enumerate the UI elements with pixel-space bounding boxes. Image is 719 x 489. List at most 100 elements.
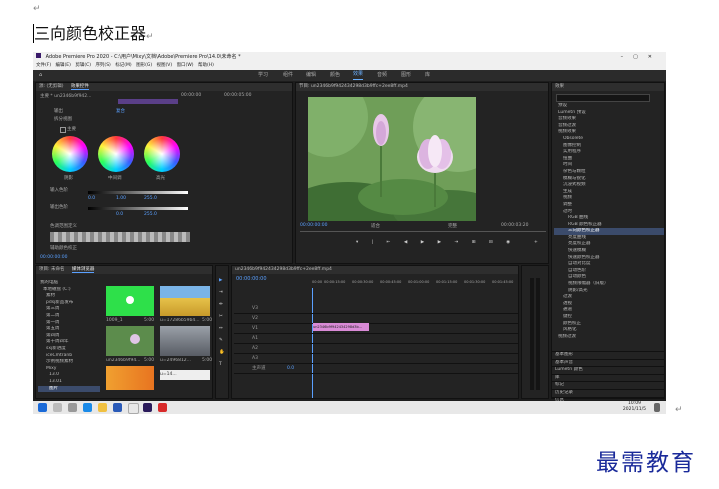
razor-tool-icon[interactable]: ✂ (219, 314, 223, 319)
task-view-icon[interactable] (68, 403, 77, 412)
effects-tree-item[interactable]: RGB 颜色校正器 (554, 222, 664, 229)
track-a3[interactable]: A3 (234, 354, 518, 364)
effects-tree-item-selected[interactable]: 三向颜色校正器 (554, 228, 664, 235)
output-select[interactable]: 复合 (116, 108, 125, 114)
effects-tree-item[interactable]: 自动颜色 (554, 274, 664, 281)
folder-item[interactable]: iceCmtranb (38, 353, 100, 360)
effects-tree-item[interactable]: 杂色与颗粒 (554, 169, 664, 176)
effects-tree-item[interactable]: 时间 (554, 162, 664, 169)
folder-item[interactable]: 第五周 (38, 326, 100, 333)
folder-item[interactable]: 13.01 (38, 379, 100, 386)
input-white-value[interactable]: 255.0 (144, 196, 157, 201)
folder-item[interactable]: 示例视频素材 (38, 359, 100, 366)
folder-item[interactable]: 本地磁盘 (C:) (38, 287, 100, 294)
close-button[interactable]: ✕ (648, 54, 662, 60)
effects-tree-item[interactable]: 视频过渡 (554, 334, 664, 341)
maximize-button[interactable]: ▢ (633, 54, 648, 60)
add-button-icon[interactable]: + (534, 240, 538, 245)
track-a1[interactable]: A1 (234, 334, 518, 344)
input-levels-slider[interactable] (88, 191, 188, 194)
effects-tree-item[interactable]: 阴影/高光 (554, 288, 664, 295)
effects-tree-item[interactable]: 模糊与锐化 (554, 176, 664, 183)
track-select-tool-icon[interactable]: ⇥ (219, 290, 223, 295)
track-v1[interactable]: V1 (234, 324, 518, 334)
effects-tree-item[interactable]: 扭曲 (554, 156, 664, 163)
effects-tree-item[interactable]: 颜色校正 (554, 321, 664, 328)
effects-tree-item[interactable]: 生成 (554, 189, 664, 196)
window-controls[interactable]: –▢✕ (621, 52, 662, 62)
effects-tree-item[interactable]: 沉浸式视频 (554, 182, 664, 189)
workspace-color[interactable]: 颜色 (330, 70, 340, 81)
input-gamma-value[interactable]: 1.00 (116, 196, 126, 201)
effects-search-input[interactable] (556, 94, 650, 102)
effects-tree-item[interactable]: 视频 (554, 195, 664, 202)
transport-controls[interactable]: ▾ | ⇤ ◀ ▶ ▶ ⇥ ⊞ ⊟ ◉ (356, 240, 516, 245)
selection-tool-icon[interactable]: ▶ (219, 278, 222, 283)
panel-essential-sound[interactable]: 基本声音 (552, 358, 664, 367)
timeline-clip[interactable]: un2346b9f942434298d3b... (313, 323, 369, 331)
ripple-edit-tool-icon[interactable]: ⇹ (219, 302, 223, 307)
output-white-value[interactable]: 255.0 (144, 212, 157, 217)
effects-tree-item[interactable]: 实用程序 (554, 149, 664, 156)
thumb-bottle[interactable] (160, 326, 210, 356)
menu-file[interactable]: 文件(F) (36, 63, 51, 68)
effects-tree-item[interactable]: 图像控制 (554, 143, 664, 150)
folder-item[interactable]: 第四周 (38, 333, 100, 340)
quality-select[interactable]: 完整 (448, 223, 457, 229)
thumb-orange[interactable] (106, 366, 154, 390)
effects-tree-item[interactable]: 自动对比度 (554, 261, 664, 268)
effects-tree-item[interactable]: 视频限幅器（旧版） (554, 281, 664, 288)
tab-media-browser[interactable]: 媒体浏览器 (71, 267, 95, 273)
folder-item[interactable]: 素材 (38, 293, 100, 300)
tonal-range-bar[interactable] (50, 232, 190, 242)
edge-icon[interactable] (83, 403, 92, 412)
master-checkbox[interactable] (60, 127, 66, 133)
fit-select[interactable]: 适合 (371, 223, 380, 229)
folder-item[interactable]: 13.0 (38, 372, 100, 379)
effects-tree-item[interactable]: 过时 (554, 209, 664, 216)
effects-tree-item[interactable]: 键控 (554, 314, 664, 321)
effects-tree-item[interactable]: 自动色阶 (554, 268, 664, 275)
effects-tree-item[interactable]: 视频效果 (554, 129, 664, 136)
panel-essential-graphics[interactable]: 基本图形 (552, 351, 664, 359)
output-black-value[interactable]: 0.0 (116, 212, 123, 217)
folder-item[interactable]: 第二周 (38, 313, 100, 320)
home-icon[interactable]: ⌂ (39, 70, 42, 81)
slip-tool-icon[interactable]: ↔ (219, 326, 223, 331)
workspace-effects[interactable]: 效果 (353, 70, 364, 80)
effects-tree-item[interactable]: 音频过渡 (554, 123, 664, 130)
effects-tree-item[interactable]: Lumetri 预设 (554, 110, 664, 117)
track-a2[interactable]: A2 (234, 344, 518, 354)
notification-icon[interactable] (654, 403, 660, 412)
chrome-icon[interactable] (128, 403, 139, 414)
word-icon[interactable] (113, 403, 122, 412)
workspace-libraries[interactable]: 库 (425, 70, 430, 81)
effects-tree-item[interactable]: 亮度校正器 (554, 241, 664, 248)
folder-item[interactable]: sxj新进度 (38, 346, 100, 353)
workspace-edit[interactable]: 编辑 (306, 70, 316, 81)
folder-item[interactable]: 我的电脑 (38, 280, 100, 287)
search-icon[interactable] (53, 403, 62, 412)
menu-help[interactable]: 帮助(H) (198, 63, 214, 68)
tab-project[interactable]: 项目: 未命名 (39, 267, 64, 272)
clock[interactable]: 10:09 2021/11/5 (623, 401, 646, 413)
effects-tree-item[interactable]: Obsolete (554, 136, 664, 143)
workspace-assembly[interactable]: 组件 (283, 70, 293, 81)
folder-item[interactable]: 第一周 (38, 320, 100, 327)
effects-tree-item[interactable]: 通道 (554, 307, 664, 314)
menu-edit[interactable]: 编辑(E) (56, 63, 71, 68)
effects-tree-item[interactable]: 音频效果 (554, 116, 664, 123)
effects-tree-item[interactable]: 亮度曲线 (554, 235, 664, 242)
track-v2[interactable]: V2 (234, 314, 518, 324)
menu-window[interactable]: 窗口(W) (177, 63, 194, 68)
highlights-wheel[interactable] (144, 136, 180, 172)
thumb-green[interactable] (106, 286, 154, 316)
menu-sequence[interactable]: 序列(S) (95, 63, 110, 68)
menu-graphics[interactable]: 图形(G) (136, 63, 152, 68)
input-black-value[interactable]: 0.0 (88, 196, 95, 201)
explorer-icon[interactable] (98, 403, 107, 412)
track-v3[interactable]: V3 (234, 304, 518, 314)
track-master[interactable]: 主声道 0.0 (234, 364, 518, 374)
app-taskbar-icon[interactable] (158, 403, 167, 412)
folder-item[interactable]: 第三周 (38, 306, 100, 313)
